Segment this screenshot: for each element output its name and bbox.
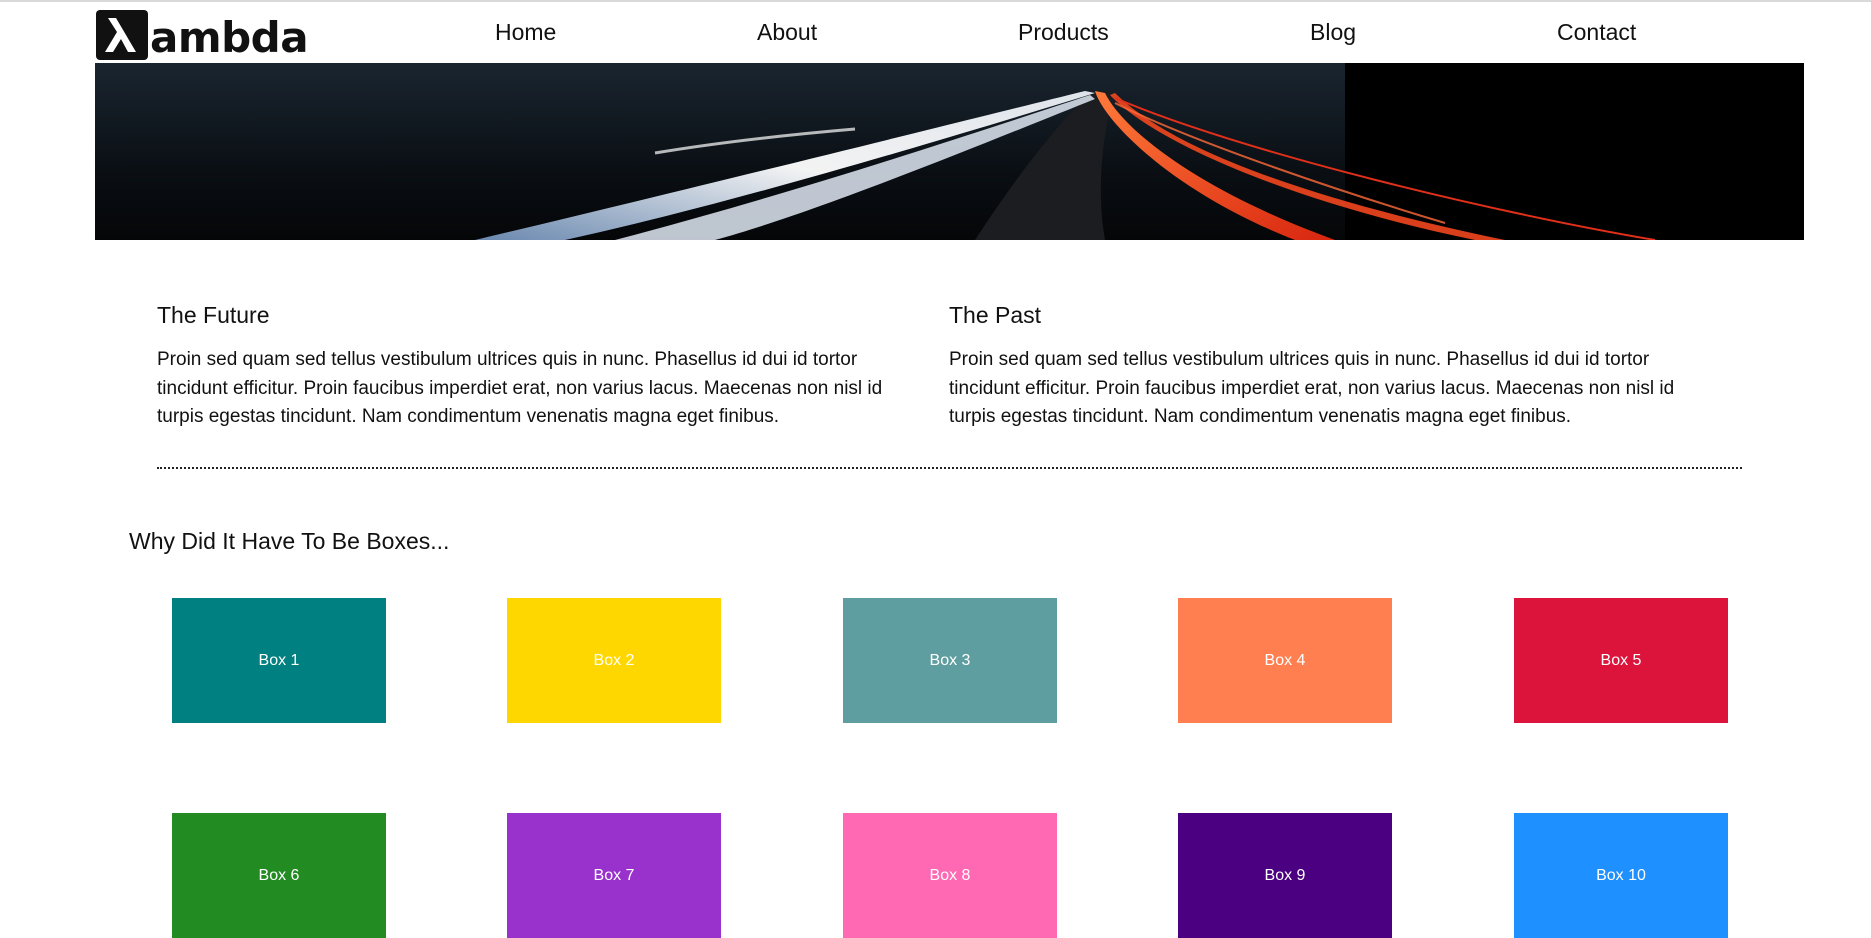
box-label: Box 10 — [1596, 866, 1646, 884]
box-label: Box 1 — [258, 651, 300, 669]
article-body-future: Proin sed quam sed tellus vestibulum ult… — [157, 349, 883, 427]
box-7: Box 7 — [507, 813, 721, 938]
box-5: Box 5 — [1514, 598, 1728, 723]
nav-about[interactable]: About — [757, 19, 817, 46]
logo-text: ambda — [150, 12, 309, 62]
box-4: Box 4 — [1178, 598, 1392, 723]
logo[interactable]: ambda — [96, 9, 309, 62]
hero-image — [95, 63, 1804, 240]
box-label: Box 5 — [1600, 651, 1642, 669]
box-6: Box 6 — [172, 813, 386, 938]
box-label: Box 6 — [258, 866, 300, 884]
lambda-icon — [96, 9, 148, 60]
box-label: Box 2 — [593, 651, 635, 669]
top-border — [0, 0, 1871, 2]
article-title-future: The Future — [157, 302, 270, 328]
box-2: Box 2 — [507, 598, 721, 723]
box-10: Box 10 — [1514, 813, 1728, 938]
article-body-past: Proin sed quam sed tellus vestibulum ult… — [949, 349, 1675, 427]
nav-blog[interactable]: Blog — [1310, 19, 1356, 46]
box-label: Box 8 — [929, 866, 971, 884]
box-3: Box 3 — [843, 598, 1057, 723]
box-label: Box 3 — [929, 651, 971, 669]
box-label: Box 9 — [1264, 866, 1306, 884]
article-title-past: The Past — [949, 302, 1042, 328]
box-9: Box 9 — [1178, 813, 1392, 938]
nav-products[interactable]: Products — [1018, 19, 1109, 46]
nav-home[interactable]: Home — [495, 19, 556, 46]
box-label: Box 4 — [1264, 651, 1306, 669]
section-divider — [157, 467, 1742, 469]
boxes-section-title: Why Did It Have To Be Boxes... — [129, 528, 450, 554]
box-label: Box 7 — [593, 866, 635, 884]
box-1: Box 1 — [172, 598, 386, 723]
nav-contact[interactable]: Contact — [1557, 19, 1636, 46]
box-8: Box 8 — [843, 813, 1057, 938]
